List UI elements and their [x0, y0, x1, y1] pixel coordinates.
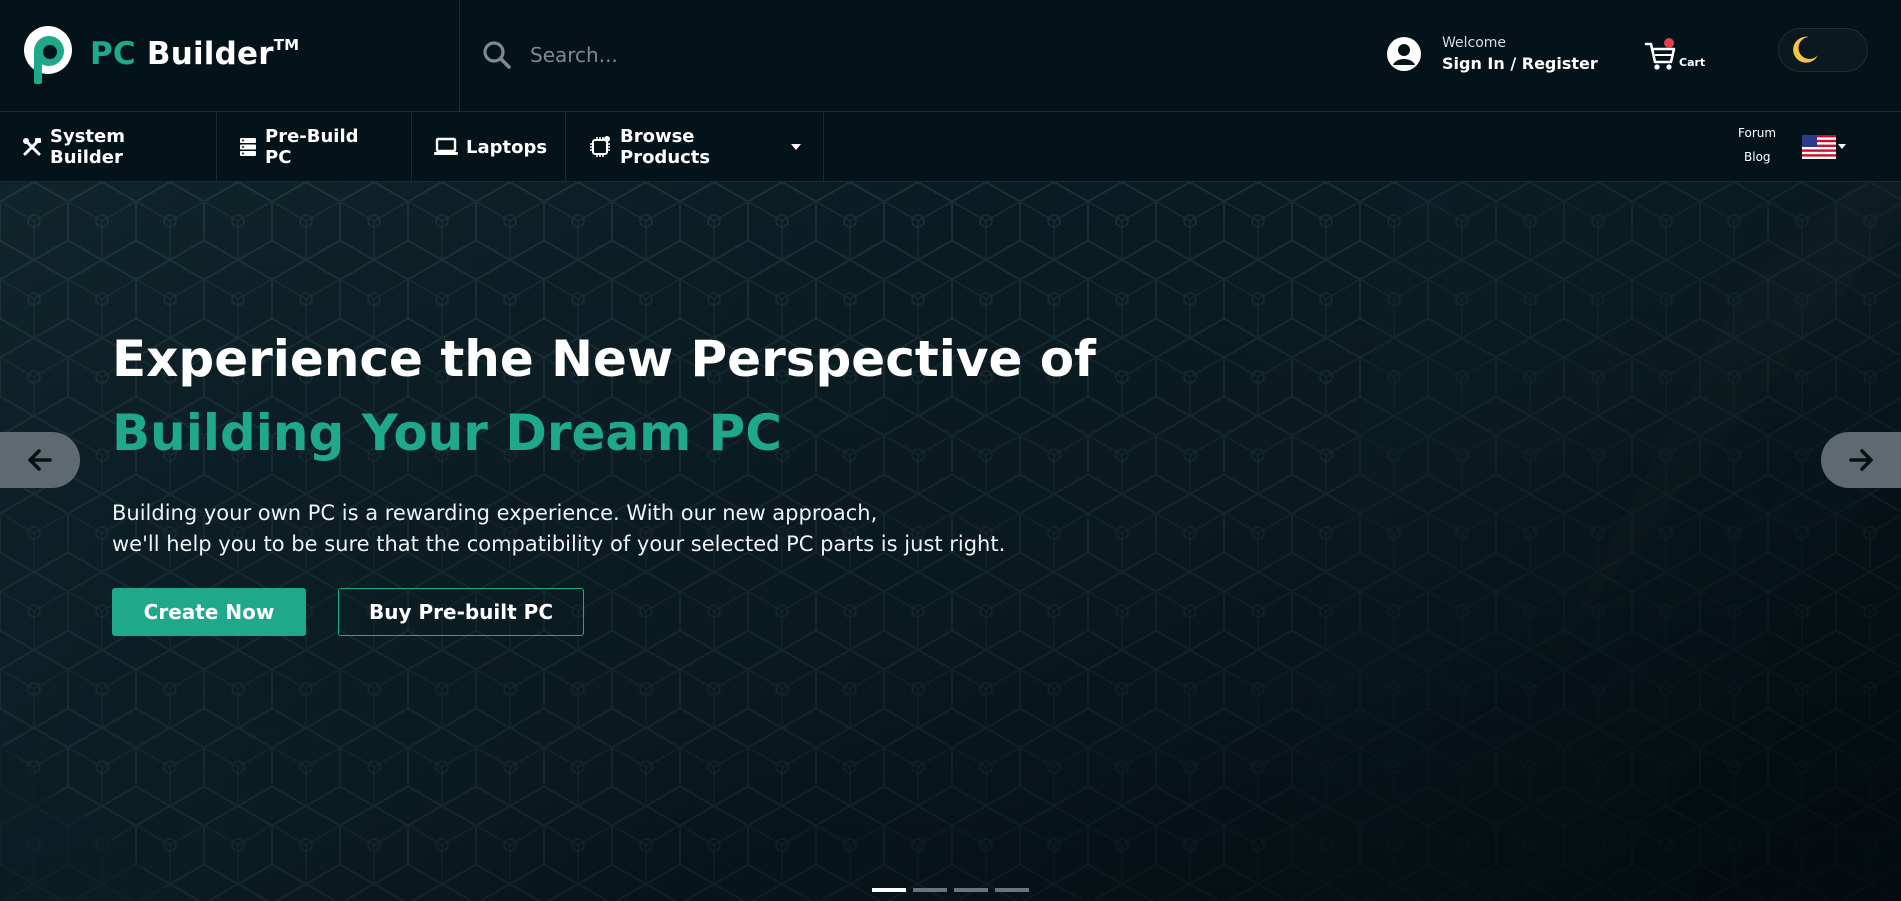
dark-mode-toggle[interactable] — [1778, 28, 1868, 72]
cpu-chip-icon — [590, 136, 610, 157]
moon-icon — [1793, 36, 1818, 63]
create-now-button[interactable]: Create Now — [112, 588, 306, 636]
brand-name-pc: PC — [90, 36, 136, 72]
top-header: PC BuilderTM Welcome Sign In / Register … — [0, 0, 1901, 112]
trademark-mark: TM — [273, 36, 300, 54]
language-dropdown-caret-icon[interactable] — [1838, 144, 1846, 149]
nav-item-system-builder[interactable]: System Builder — [0, 112, 217, 182]
forum-link[interactable]: Forum — [1738, 126, 1776, 140]
blog-link[interactable]: Blog — [1744, 150, 1771, 164]
nav-item-laptops[interactable]: Laptops — [412, 112, 566, 182]
sign-in-register-link[interactable]: Sign In / Register — [1442, 54, 1598, 73]
us-flag-icon[interactable] — [1802, 135, 1836, 159]
slide-indicator-dot[interactable] — [913, 888, 947, 892]
nav-item-label: Browse Products — [620, 126, 711, 168]
hero-title-line-1: Experience the New Perspective of — [112, 330, 1096, 388]
nav-item-browse-products[interactable]: Browse Products — [566, 112, 824, 182]
search-icon[interactable] — [482, 40, 512, 70]
hero-description-line-2: we'll help you to be sure that the compa… — [112, 532, 1006, 556]
slide-indicator-dot[interactable] — [995, 888, 1029, 892]
arrow-left-icon — [28, 449, 52, 471]
nav-item-label: System Builder — [50, 126, 125, 168]
previous-slide-button[interactable] — [0, 432, 80, 488]
slide-indicator-dot[interactable] — [872, 888, 906, 892]
dropdown-caret-icon — [791, 144, 801, 150]
slide-indicators — [872, 888, 1029, 892]
brand-name: PC BuilderTM — [90, 36, 299, 72]
search-input[interactable] — [530, 32, 1130, 78]
buy-pre-built-pc-button[interactable]: Buy Pre-built PC — [338, 588, 584, 636]
hero-title-line-2: Building Your Dream PC — [112, 404, 782, 462]
laptop-icon — [434, 137, 458, 155]
user-account-icon[interactable] — [1386, 36, 1422, 72]
hero-description: Building your own PC is a rewarding expe… — [112, 498, 1072, 560]
logo-area[interactable]: PC BuilderTM — [0, 0, 460, 112]
tools-icon — [23, 138, 41, 156]
slide-indicator-dot[interactable] — [954, 888, 988, 892]
main-nav: System Builder Pre-Build PC Laptops Brow… — [0, 112, 1901, 182]
welcome-text: Welcome — [1442, 35, 1507, 51]
hero-description-line-1: Building your own PC is a rewarding expe… — [112, 501, 878, 525]
cart-notification-dot — [1664, 38, 1674, 48]
nav-item-label: Laptops — [466, 136, 548, 158]
brand-name-builder: Builder — [135, 36, 274, 72]
server-icon — [240, 138, 256, 156]
arrow-right-icon — [1849, 449, 1873, 471]
nav-item-pre-build-pc[interactable]: Pre-Build PC — [217, 112, 412, 182]
nav-item-label: Pre-Build PC — [265, 126, 359, 168]
cart-label[interactable]: Cart — [1679, 56, 1705, 69]
hero-slider: Experience the New Perspective of Buildi… — [0, 182, 1901, 901]
pc-builder-logo-icon — [24, 26, 72, 84]
next-slide-button[interactable] — [1821, 432, 1901, 488]
